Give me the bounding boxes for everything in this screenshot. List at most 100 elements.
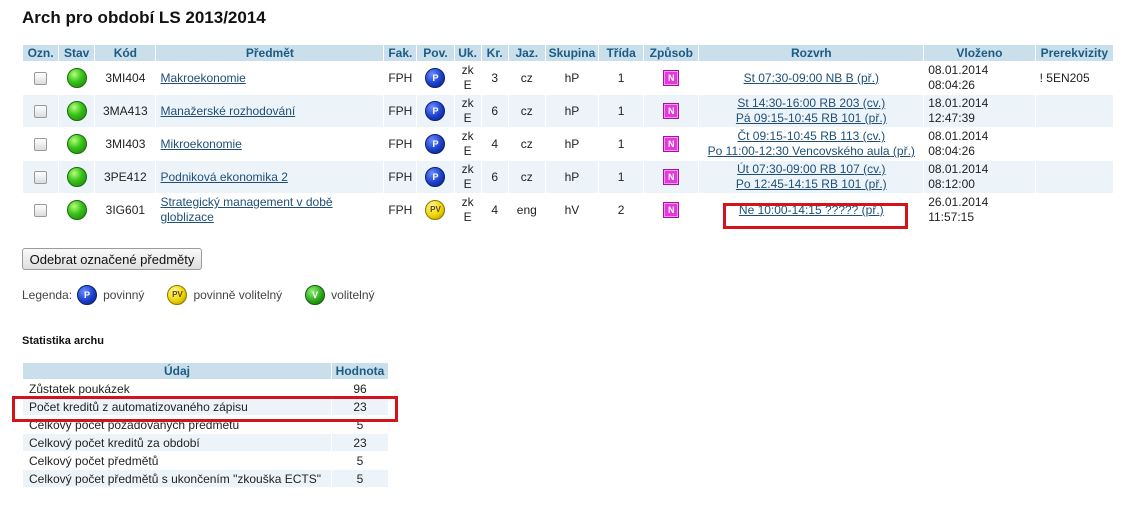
inserted-time: 12:47:39 [928, 111, 975, 125]
schedule-link[interactable]: St 07:30-09:00 NB B (př.) [744, 71, 879, 85]
stats-label: Celkový počet požadovaných předmětů [23, 416, 331, 433]
inserted-time: 08:12:00 [928, 177, 975, 191]
col-header[interactable]: Uk. [454, 45, 481, 61]
stats-title: Statistika archu [22, 335, 104, 347]
course-code: 3MI404 [95, 62, 156, 94]
remove-selected-button[interactable]: Odebrat označené předměty [22, 248, 202, 270]
group: hP [545, 62, 599, 94]
table-header-row: Ozn. Stav Kód Předmět Fak. Pov. Uk. Kr. … [23, 45, 1113, 61]
table-row: 3MA413 Manažerské rozhodování FPH P zk E … [23, 95, 1113, 127]
table-row: 3MI404 Makroekonomie FPH P zk E 3 cz hP 1… [23, 62, 1113, 94]
row-checkbox[interactable] [34, 170, 48, 184]
faculty: FPH [384, 128, 417, 160]
col-header[interactable]: Skupina [545, 45, 599, 61]
col-header[interactable]: Prerekvizity [1035, 45, 1113, 61]
legend: Legenda: P povinný PV povinně volitelný … [22, 285, 375, 305]
completion-type: zk [461, 162, 474, 176]
credits: 4 [481, 128, 508, 160]
col-header[interactable]: Jaz. [508, 45, 545, 61]
row-checkbox[interactable] [34, 71, 48, 85]
prerequisites [1035, 161, 1113, 193]
schedule-link[interactable]: Po 12:45-14:15 RB 101 (př.) [736, 177, 887, 191]
stats-header-row: Údaj Hodnota [23, 363, 388, 379]
col-header[interactable]: Fak. [384, 45, 417, 61]
schedule-link[interactable]: Pá 09:15-10:45 RB 101 (př.) [736, 111, 887, 125]
col-header[interactable]: Předmět [156, 45, 384, 61]
inserted-time: 08:04:26 [928, 144, 975, 158]
stats-value: 23 [332, 398, 388, 415]
credits: 3 [481, 62, 508, 94]
table-row: 3PE412 Podniková ekonomika 2 FPH P zk E 6… [23, 161, 1113, 193]
faculty: FPH [384, 62, 417, 94]
course-code: 3MI403 [95, 128, 156, 160]
faculty: FPH [384, 194, 417, 226]
mandatory-elective-pv-icon: PV [167, 285, 188, 305]
schedule-link[interactable]: Po 11:00-12:30 Vencovského aula (př.) [708, 144, 915, 158]
course-name-link[interactable]: Makroekonomie [160, 71, 245, 85]
stats-row: Celkový počet požadovaných předmětů 5 [23, 416, 388, 433]
stats-value: 5 [332, 416, 388, 433]
col-header[interactable]: Stav [59, 45, 95, 61]
stats-table: Údaj Hodnota Zůstatek poukázek 96 Počet … [22, 362, 389, 488]
completion-type-e: E [463, 144, 472, 158]
schedule-link[interactable]: St 14:30-16:00 RB 203 (cv.) [737, 96, 885, 110]
course-code: 3PE412 [95, 161, 156, 193]
class: 1 [599, 161, 644, 193]
col-header[interactable]: Kód [95, 45, 156, 61]
col-header[interactable]: Kr. [481, 45, 508, 61]
row-checkbox[interactable] [34, 104, 48, 118]
inserted-date: 08.01.2014 [928, 129, 989, 143]
col-header: Údaj [23, 363, 331, 379]
status-green-icon [66, 167, 87, 187]
status-green-icon [66, 134, 87, 154]
page-title: Arch pro období LS 2013/2014 [22, 8, 266, 27]
status-green-icon [66, 101, 87, 121]
col-header[interactable]: Vloženo [924, 45, 1035, 61]
method-n-icon: N [663, 202, 680, 218]
class: 1 [599, 128, 644, 160]
mandatory-p-icon: P [425, 134, 446, 154]
stats-label: Zůstatek poukázek [23, 380, 331, 397]
legend-text: volitelný [331, 288, 375, 302]
group: hP [545, 128, 599, 160]
method-n-icon: N [663, 136, 680, 152]
faculty: FPH [384, 161, 417, 193]
mandatory-p-icon: P [425, 68, 446, 88]
completion-type: zk [461, 63, 474, 77]
col-header[interactable]: Pov. [417, 45, 454, 61]
schedule-link[interactable]: Út 07:30-09:00 RB 107 (cv.) [737, 162, 886, 176]
course-table: Ozn. Stav Kód Předmět Fak. Pov. Uk. Kr. … [22, 44, 1114, 227]
completion-type: zk [461, 129, 474, 143]
col-header[interactable]: Způsob [644, 45, 699, 61]
stats-row: Celkový počet předmětů 5 [23, 452, 388, 469]
course-name-link[interactable]: Manažerské rozhodování [160, 104, 295, 118]
col-header[interactable]: Rozvrh [699, 45, 924, 61]
col-header[interactable]: Třída [599, 45, 644, 61]
prerequisites [1035, 128, 1113, 160]
inserted-time: 11:57:15 [928, 210, 975, 224]
row-checkbox[interactable] [34, 137, 48, 151]
class: 1 [599, 62, 644, 94]
completion-type-e: E [463, 111, 472, 125]
stats-label: Celkový počet předmětů s ukončením "zkou… [23, 470, 331, 487]
course-name-link[interactable]: Mikroekonomie [160, 137, 241, 151]
prerequisites [1035, 95, 1113, 127]
course-name-link[interactable]: Podniková ekonomika 2 [160, 170, 287, 184]
stats-value: 5 [332, 470, 388, 487]
class: 2 [599, 194, 644, 226]
credits: 6 [481, 161, 508, 193]
prerequisites: ! 5EN205 [1035, 62, 1113, 94]
course-name-link[interactable]: Strategický management v době globlizace [160, 195, 332, 224]
col-header[interactable]: Ozn. [23, 45, 59, 61]
row-checkbox[interactable] [34, 203, 48, 217]
group: hV [545, 194, 599, 226]
language: eng [508, 194, 545, 226]
course-code: 3MA413 [95, 95, 156, 127]
credits: 6 [481, 95, 508, 127]
stats-row: Zůstatek poukázek 96 [23, 380, 388, 397]
completion-type-e: E [463, 78, 472, 92]
language: cz [508, 161, 545, 193]
faculty: FPH [384, 95, 417, 127]
schedule-link[interactable]: Čt 09:15-10:45 RB 113 (cv.) [737, 129, 885, 143]
schedule-link[interactable]: Ne 10:00-14:15 ????? (př.) [739, 203, 884, 217]
